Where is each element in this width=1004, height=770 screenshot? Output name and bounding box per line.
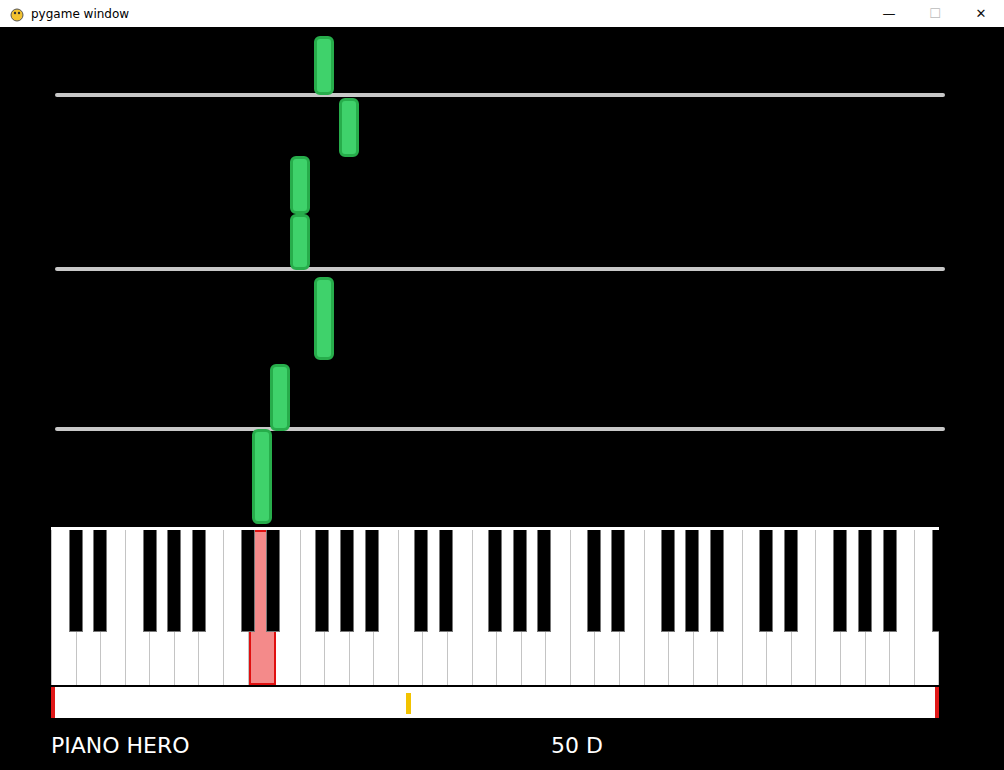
title-bar: pygame window —☐✕: [0, 0, 1004, 27]
black-key[interactable]: [932, 530, 939, 632]
black-key[interactable]: [611, 530, 625, 632]
note-highway: [51, 27, 939, 527]
black-key[interactable]: [241, 530, 255, 632]
black-key[interactable]: [587, 530, 601, 632]
black-key[interactable]: [883, 530, 897, 632]
black-key[interactable]: [93, 530, 107, 632]
progress-end-mark: [935, 687, 939, 718]
bar-line: [55, 427, 945, 431]
window-control-button[interactable]: —: [866, 6, 912, 21]
falling-note: [339, 98, 359, 157]
black-key[interactable]: [537, 530, 551, 632]
progress-start-mark: [51, 687, 55, 718]
falling-note: [314, 277, 334, 360]
black-key[interactable]: [315, 530, 329, 632]
game-title: PIANO HERO: [51, 733, 551, 758]
game-canvas: PIANO HERO 50 D: [0, 27, 1004, 770]
black-key[interactable]: [488, 530, 502, 632]
black-key[interactable]: [759, 530, 773, 632]
black-key[interactable]: [513, 530, 527, 632]
bar-line: [55, 93, 945, 97]
falling-note: [314, 36, 334, 95]
bar-line: [55, 267, 945, 271]
game-window: pygame window —☐✕ PIANO HERO 50 D: [0, 0, 1004, 770]
window-control-button[interactable]: ✕: [958, 6, 1004, 21]
pygame-icon: [9, 6, 25, 22]
falling-note: [290, 214, 310, 270]
status-line: PIANO HERO 50 D: [51, 718, 1004, 770]
progress-marker: [406, 693, 411, 714]
black-key[interactable]: [143, 530, 157, 632]
black-key[interactable]: [340, 530, 354, 632]
black-key[interactable]: [858, 530, 872, 632]
black-key[interactable]: [661, 530, 675, 632]
song-progress-bar: [51, 687, 939, 718]
score-text: 50 D: [551, 733, 1004, 758]
black-key[interactable]: [365, 530, 379, 632]
black-key[interactable]: [439, 530, 453, 632]
black-key[interactable]: [833, 530, 847, 632]
black-key[interactable]: [167, 530, 181, 632]
black-key[interactable]: [784, 530, 798, 632]
black-key[interactable]: [685, 530, 699, 632]
window-title: pygame window: [31, 7, 129, 21]
black-key[interactable]: [266, 530, 280, 632]
black-key[interactable]: [710, 530, 724, 632]
falling-note: [270, 364, 290, 431]
black-key[interactable]: [414, 530, 428, 632]
piano-keyboard[interactable]: [51, 527, 939, 685]
falling-note: [290, 156, 310, 214]
black-key[interactable]: [69, 530, 83, 632]
falling-note: [252, 429, 272, 524]
black-key[interactable]: [192, 530, 206, 632]
window-control-button[interactable]: ☐: [912, 6, 958, 21]
